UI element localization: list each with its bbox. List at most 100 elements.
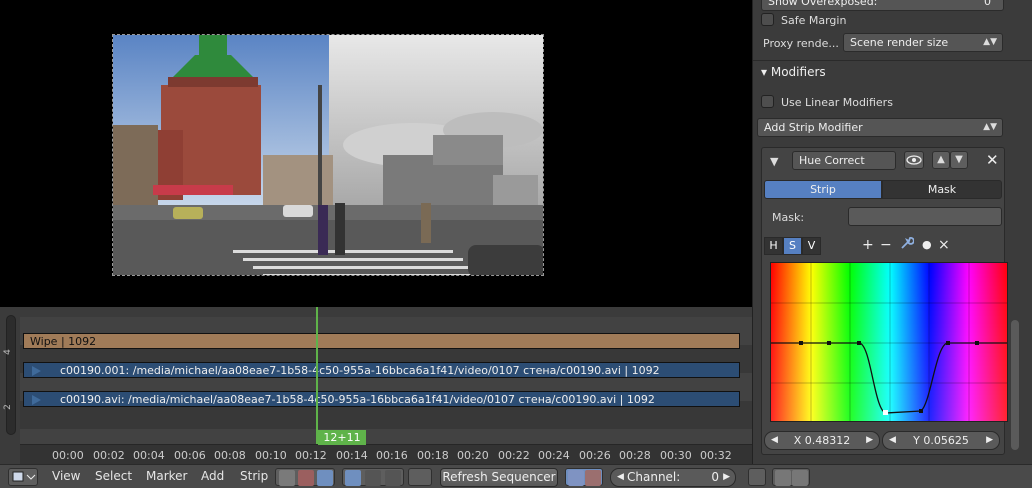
- movie-strip-2[interactable]: c00190.avi: /media/michael/aa08eae7-1b58…: [23, 391, 740, 407]
- ruler-tick: 00:18: [417, 449, 449, 462]
- tab-strip[interactable]: Strip: [764, 180, 882, 199]
- ruler-tick: 00:22: [498, 449, 530, 462]
- modifier-name: Hue Correct: [799, 154, 865, 167]
- ruler-tick: 00:16: [376, 449, 408, 462]
- ruler-tick: 00:26: [579, 449, 611, 462]
- handle-dot-icon[interactable]: ●: [922, 236, 932, 254]
- modifier-name-field[interactable]: Hue Correct: [792, 151, 896, 170]
- render-still-icon[interactable]: [775, 470, 791, 486]
- sequencer-view-icon[interactable]: [279, 470, 295, 486]
- view-type-group[interactable]: [275, 468, 335, 486]
- modifiers-panel-header[interactable]: ▾ Modifiers: [761, 65, 826, 79]
- channel-v-button[interactable]: V: [802, 237, 821, 255]
- render-animation-icon[interactable]: [792, 470, 808, 486]
- wipe-strip[interactable]: Wipe | 1092: [23, 333, 740, 349]
- time-ruler[interactable]: 00:00 00:02 00:04 00:06 00:08 00:10 00:1…: [20, 444, 760, 464]
- display-mode-group[interactable]: [342, 468, 404, 486]
- overlay-toggle-group[interactable]: [565, 468, 603, 486]
- zoom-in-icon[interactable]: +: [862, 236, 874, 254]
- sequencer-preview: [0, 0, 752, 307]
- overlay-icon[interactable]: [408, 468, 432, 486]
- modifiers-title: Modifiers: [770, 65, 826, 79]
- y-value: Y 0.05625: [913, 434, 969, 447]
- zoom-out-icon[interactable]: −: [880, 236, 892, 254]
- ruler-tick: 00:04: [133, 449, 165, 462]
- increment-arrow-icon: ▶: [723, 472, 730, 482]
- mask-field[interactable]: [848, 207, 1002, 226]
- channel-gutter: 4 2: [0, 307, 20, 464]
- ruler-tick: 00:00: [52, 449, 84, 462]
- waveform-icon[interactable]: [385, 470, 401, 486]
- increment-arrow-icon: ▶: [866, 435, 873, 445]
- updown-arrow-icon: ▲▼: [983, 37, 997, 47]
- use-linear-modifiers-label: Use Linear Modifiers: [781, 96, 893, 109]
- preview-frame: [112, 34, 544, 276]
- menu-strip[interactable]: Strip: [240, 469, 268, 483]
- ruler-tick: 00:12: [295, 449, 327, 462]
- strip-handle-icon: [32, 366, 41, 376]
- expand-triangle-icon: ▾: [761, 65, 768, 79]
- remove-modifier-icon[interactable]: ✕: [986, 151, 999, 169]
- sequencer-preview-icon[interactable]: [317, 470, 333, 486]
- channel-number: 4: [2, 349, 13, 355]
- ruler-tick: 00:14: [336, 449, 368, 462]
- histogram-icon[interactable]: [365, 470, 381, 486]
- add-strip-modifier-dropdown[interactable]: Add Strip Modifier ▲▼: [757, 118, 1003, 137]
- decrement-arrow-icon: ◀: [889, 435, 896, 445]
- lock-icon[interactable]: [748, 468, 766, 486]
- channel-value: 0: [711, 470, 719, 484]
- curve-x-field[interactable]: ◀ X 0.48312 ▶: [764, 431, 880, 450]
- strip-handle-icon: [32, 395, 41, 405]
- menu-select[interactable]: Select: [95, 469, 132, 483]
- vertical-scrollbar[interactable]: [6, 315, 16, 435]
- ruler-tick: 00:06: [174, 449, 206, 462]
- editor-type-icon[interactable]: [8, 468, 38, 486]
- ruler-tick: 00:10: [255, 449, 287, 462]
- show-overexposed-label: Show Overexposed:: [768, 0, 878, 8]
- show-overexposed-field[interactable]: Show Overexposed: 0: [761, 0, 1004, 11]
- preview-image: [113, 35, 543, 275]
- channel-field[interactable]: ◀ Channel: 0 ▶: [610, 468, 736, 487]
- delete-point-icon[interactable]: ×: [938, 236, 950, 254]
- channel-s-button[interactable]: S: [783, 237, 802, 255]
- move-down-icon[interactable]: ▼: [950, 151, 968, 169]
- tab-mask[interactable]: Mask: [882, 180, 1002, 199]
- menu-view[interactable]: View: [52, 469, 80, 483]
- hue-correct-curve[interactable]: [770, 262, 1008, 422]
- render-buttons[interactable]: [772, 468, 810, 486]
- strip-label: c00190.avi: /media/michael/aa08eae7-1b58…: [60, 393, 655, 406]
- panel-scrollbar[interactable]: [1011, 320, 1019, 450]
- wrench-icon[interactable]: [900, 236, 915, 255]
- eye-icon[interactable]: [904, 151, 924, 169]
- decrement-arrow-icon: ◀: [617, 472, 624, 482]
- preview-view-icon[interactable]: [298, 470, 314, 486]
- increment-arrow-icon: ▶: [986, 435, 993, 445]
- checker-icon[interactable]: [345, 470, 361, 486]
- channel-h-button[interactable]: H: [764, 237, 783, 255]
- x-value: X 0.48312: [793, 434, 851, 447]
- safe-margin-checkbox[interactable]: [761, 13, 774, 26]
- playhead[interactable]: [316, 307, 318, 444]
- mask-label: Mask:: [772, 211, 805, 224]
- ruler-tick: 00:02: [93, 449, 125, 462]
- proxy-render-label: Proxy rende...: [763, 37, 839, 50]
- collapse-triangle-icon[interactable]: ▼: [770, 155, 778, 168]
- properties-panel: Show Overexposed: 0 Safe Margin Proxy re…: [752, 0, 1032, 464]
- refresh-sequencer-button[interactable]: Refresh Sequencer: [440, 468, 558, 487]
- curve-y-field[interactable]: ◀ Y 0.05625 ▶: [882, 431, 1000, 450]
- ruler-tick: 00:24: [538, 449, 570, 462]
- movie-strip-1[interactable]: c00190.001: /media/michael/aa08eae7-1b58…: [23, 362, 740, 378]
- ruler-tick: 00:08: [214, 449, 246, 462]
- menu-add[interactable]: Add: [201, 469, 224, 483]
- decrement-arrow-icon: ◀: [771, 435, 778, 445]
- menu-marker[interactable]: Marker: [146, 469, 187, 483]
- divider: [753, 60, 1032, 61]
- proxy-render-dropdown[interactable]: Scene render size ▲▼: [843, 33, 1003, 52]
- overdrop-icon[interactable]: [568, 470, 584, 486]
- safe-margin-label: Safe Margin: [781, 14, 847, 27]
- color-icon[interactable]: [585, 470, 601, 486]
- hue-correct-modifier: ▼ Hue Correct ▲ ▼ ✕ Strip Mask Mask: H S…: [761, 147, 1008, 455]
- use-linear-modifiers-checkbox[interactable]: [761, 95, 774, 108]
- move-up-icon[interactable]: ▲: [932, 151, 950, 169]
- sequencer-timeline[interactable]: 4 2 Wipe | 1092 c00190.001: /media/micha…: [0, 307, 760, 464]
